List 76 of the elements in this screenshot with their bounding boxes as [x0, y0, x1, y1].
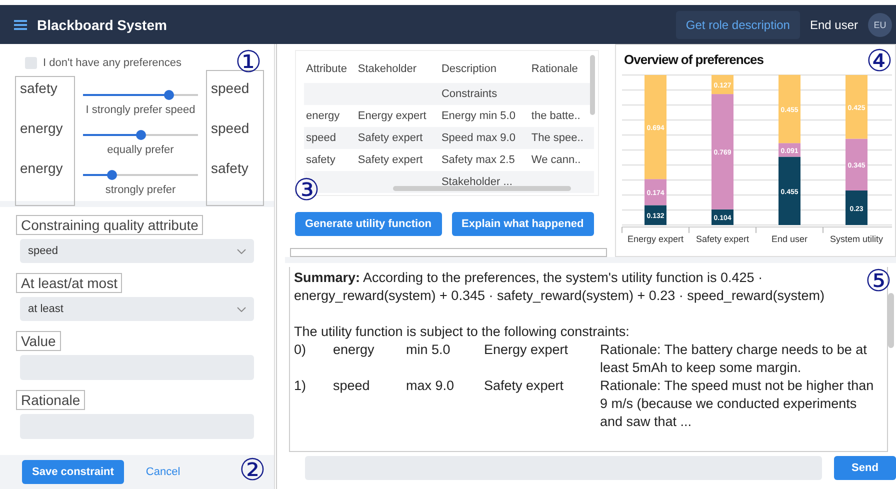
table-cell: We cann.. [529, 149, 594, 171]
table-cell: speed [304, 127, 356, 149]
column-header: Stakeholder [356, 59, 440, 83]
field-label: Constraining quality attribute [16, 215, 204, 235]
constraint-bound: min 5.0 [406, 341, 452, 359]
attribute-label: energy [20, 159, 64, 178]
save-constraint-button[interactable]: Save constraint [22, 460, 124, 484]
constraints-intro: The utility function is subject to the following constraints: [294, 323, 630, 341]
table-cell: Safety expert [356, 127, 440, 149]
constraint-rationale: Rationale: The battery charge needs to be at least 5mAh to keep some margin. [600, 341, 868, 377]
no-preferences-checkbox[interactable]: I don't have any preferences [25, 57, 182, 69]
checkbox-icon[interactable] [25, 57, 37, 69]
slider-thumb[interactable] [136, 130, 146, 140]
circled-number: ③ [293, 176, 320, 206]
table-cell: safety [304, 149, 356, 171]
summary-text: Summary: According to the preferences, the system's utility function is 0.425 · energy_reward(system) + 0.345 · safety_reward(system) + 0.23 · speed_reward(system) [294, 269, 826, 305]
table-cell: the batte.. [529, 105, 594, 127]
axis-label: Safety expert [696, 234, 750, 244]
dropdown[interactable]: at least [20, 297, 254, 321]
column-header: Description [439, 59, 530, 83]
axis-label: End user [771, 234, 808, 244]
menu-icon[interactable] [14, 20, 27, 30]
slider-caption: strongly prefer [105, 184, 176, 196]
attribute-label: safety [20, 79, 58, 98]
role-description-button[interactable]: Get role description [676, 10, 800, 38]
column-header: Attribute [304, 59, 356, 83]
table-cell: Safety expert [356, 149, 440, 171]
table-cell: Safety max 2.5 [439, 149, 530, 171]
user-avatar[interactable]: EU [868, 12, 892, 36]
slider-caption: I strongly prefer speed [86, 104, 196, 116]
slider-thumb[interactable] [164, 90, 174, 100]
attribute-label: energy [20, 119, 64, 138]
attribute-label: speed [211, 79, 250, 98]
circled-number: ④ [866, 47, 893, 77]
table-cell: energy [304, 105, 356, 127]
constraint-index: 1) [294, 377, 308, 395]
field-label: At least/at most [16, 273, 122, 293]
constraint-stakeholder: Energy expert [484, 341, 570, 359]
user-name: End user [810, 18, 858, 32]
send-button[interactable]: Send [834, 456, 896, 480]
slider-caption: equally prefer [107, 144, 174, 156]
action-button[interactable]: Generate utility function [295, 212, 442, 236]
bar-segment [644, 205, 666, 225]
action-button[interactable]: Explain what happened [452, 212, 594, 236]
slider-thumb[interactable] [106, 170, 117, 180]
circled-number: ① [235, 48, 262, 78]
scrollbar[interactable] [590, 55, 595, 115]
chart-title: Overview of preferences [624, 52, 764, 67]
scrollbar[interactable] [888, 293, 894, 348]
dropdown[interactable]: speed [20, 239, 254, 263]
circled-number: ⑤ [865, 267, 892, 297]
table-cell: Constraints [439, 83, 530, 105]
app-title: Blackboard System [37, 16, 168, 32]
table-cell: Energy expert [356, 105, 440, 127]
column-header: Rationale [529, 59, 594, 83]
axis-label: System utility [830, 234, 883, 244]
constraint-index: 0) [294, 341, 308, 359]
constraint-stakeholder: Safety expert [484, 377, 565, 395]
attribute-label: speed [211, 119, 250, 138]
field-label: Value [16, 331, 61, 351]
attribute-label: safety [211, 159, 250, 178]
table-cell: Energy min 5.0 [439, 105, 530, 127]
field-label: Rationale [16, 390, 86, 410]
cancel-link[interactable]: Cancel [140, 465, 186, 479]
table-cell: Speed max 9.0 [439, 127, 530, 149]
axis-label: Energy expert [627, 234, 684, 244]
constraint-rationale: Rationale: The speed must not be higher than 9 m/s (because we conducted experiments and saw that ... [600, 377, 875, 431]
circled-number: ② [239, 456, 266, 486]
scrollbar[interactable] [393, 186, 571, 192]
chevron-down-icon [237, 248, 246, 254]
bar-segment [846, 75, 868, 139]
constraint-bound: max 9.0 [406, 377, 456, 395]
constraint-attribute: speed [333, 377, 371, 395]
constraint-attribute: energy [333, 341, 376, 359]
table-cell: The spee.. [529, 127, 594, 149]
chevron-down-icon [237, 306, 246, 312]
